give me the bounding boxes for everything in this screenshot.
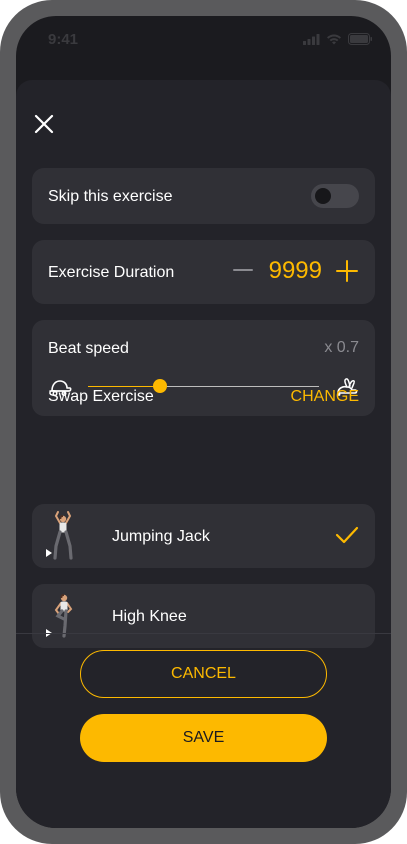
decrease-duration-button[interactable] xyxy=(233,260,253,280)
close-icon xyxy=(34,114,54,134)
exercise-option-jumping-jack[interactable]: Jumping Jack xyxy=(32,504,375,568)
battery-icon xyxy=(348,33,372,45)
play-icon xyxy=(46,549,52,557)
increase-duration-button[interactable] xyxy=(336,260,358,282)
screen: 9:41 Skip this exercise Exercise Duratio… xyxy=(16,16,391,828)
plus-icon xyxy=(336,260,358,282)
status-bar: 9:41 xyxy=(16,16,391,62)
cancel-button[interactable]: CANCEL xyxy=(80,650,327,698)
exercise-duration-label: Exercise Duration xyxy=(48,264,175,281)
save-button[interactable]: SAVE xyxy=(80,714,327,762)
slider-fill xyxy=(88,386,160,387)
swap-exercise-title: Swap Exercise xyxy=(48,388,154,405)
skip-exercise-label: Skip this exercise xyxy=(48,188,173,205)
exercise-option-high-knee[interactable]: High Knee xyxy=(32,584,375,648)
close-button[interactable] xyxy=(32,112,56,136)
exercise-duration-card: Exercise Duration 9999 xyxy=(32,240,375,304)
beat-speed-value: x 0.7 xyxy=(324,339,359,356)
exercise-name: High Knee xyxy=(112,608,187,625)
status-icons xyxy=(303,33,373,45)
checkmark-icon xyxy=(335,526,359,544)
exercise-name: Jumping Jack xyxy=(112,528,210,545)
status-time: 9:41 xyxy=(48,31,79,48)
beat-speed-label: Beat speed xyxy=(48,340,129,357)
toggle-knob xyxy=(315,188,331,204)
skip-exercise-card: Skip this exercise xyxy=(32,168,375,224)
footer-divider xyxy=(16,633,391,634)
signal-icon xyxy=(303,33,320,45)
wifi-icon xyxy=(327,34,341,44)
minus-icon xyxy=(233,269,253,271)
beat-speed-slider[interactable] xyxy=(88,379,319,393)
duration-value: 9999 xyxy=(268,257,322,284)
change-exercise-link[interactable]: CHANGE xyxy=(291,388,359,406)
exercise-settings-sheet: Skip this exercise Exercise Duration 999… xyxy=(16,80,391,828)
skip-exercise-toggle[interactable] xyxy=(311,184,359,208)
phone-frame: 9:41 Skip this exercise Exercise Duratio… xyxy=(0,0,407,844)
slider-thumb[interactable] xyxy=(152,379,167,393)
